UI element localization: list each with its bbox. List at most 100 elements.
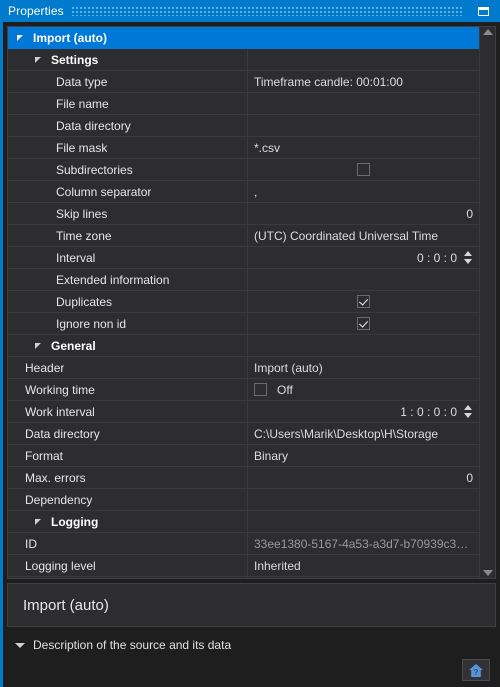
- property-row[interactable]: Ignore non id: [8, 313, 479, 335]
- property-grid: Import (auto) Settings Data type Timeframe …: [7, 26, 496, 579]
- property-value-cell[interactable]: [248, 159, 479, 180]
- expander-group-icon[interactable]: [34, 340, 46, 352]
- grid-vertical-scrollbar[interactable]: [479, 27, 495, 578]
- property-row[interactable]: Logging level Inherited: [8, 555, 479, 577]
- property-value-cell[interactable]: 33ee1380-5167-4a53-a3d7-b70939c30106: [248, 533, 479, 554]
- property-row[interactable]: Data type Timeframe candle: 00:01:00: [8, 71, 479, 93]
- property-row[interactable]: Max. errors 0: [8, 467, 479, 489]
- caret-down-icon[interactable]: [15, 642, 25, 648]
- property-value: 0: [466, 470, 473, 485]
- description-text: Description of the source and its data: [33, 638, 232, 652]
- property-value-cell[interactable]: [248, 115, 479, 136]
- description-title: Import (auto): [23, 596, 109, 614]
- spinner-up-icon[interactable]: [464, 251, 472, 256]
- grid-empty-space: [8, 577, 479, 578]
- property-value-cell[interactable]: Inherited: [248, 555, 479, 576]
- property-row[interactable]: Work interval 1 : 0 : 0 : 0: [8, 401, 479, 423]
- property-label: Work interval: [25, 404, 95, 419]
- property-label-cell: Column separator: [8, 181, 248, 202]
- property-label-cell: Format: [8, 445, 248, 466]
- expander-root-icon[interactable]: [16, 32, 28, 44]
- checkbox-wrapper: [254, 163, 473, 176]
- grid-empty-value-cell: [248, 577, 479, 578]
- property-value-cell[interactable]: [248, 291, 479, 312]
- description-expander-row[interactable]: Description of the source and its data: [7, 627, 496, 653]
- property-value-cell[interactable]: C:\Users\Marik\Desktop\H\Storage: [248, 423, 479, 444]
- property-row[interactable]: Header Import (auto): [8, 357, 479, 379]
- property-value-cell[interactable]: Binary: [248, 445, 479, 466]
- property-label: Max. errors: [25, 470, 86, 485]
- property-value-cell[interactable]: 0: [248, 467, 479, 488]
- property-row[interactable]: ID 33ee1380-5167-4a53-a3d7-b70939c30106: [8, 533, 479, 555]
- property-row-root[interactable]: Import (auto): [8, 27, 479, 49]
- property-label: Interval: [56, 250, 96, 265]
- spinner-up-icon[interactable]: [464, 405, 472, 410]
- property-row[interactable]: Duplicates: [8, 291, 479, 313]
- property-label: Skip lines: [56, 206, 108, 221]
- property-value: Import (auto): [254, 360, 323, 375]
- property-value-cell[interactable]: *.csv: [248, 137, 479, 158]
- expander-group-icon[interactable]: [34, 54, 46, 66]
- scroll-up-arrow-icon[interactable]: [482, 29, 493, 35]
- property-value-cell[interactable]: 1 : 0 : 0 : 0: [248, 401, 479, 422]
- property-label-cell: Max. errors: [8, 467, 248, 488]
- property-row[interactable]: Data directory: [8, 115, 479, 137]
- property-row[interactable]: File mask *.csv: [8, 137, 479, 159]
- property-label-cell: File name: [8, 93, 248, 114]
- property-group-value-cell: [248, 335, 479, 356]
- property-value-cell[interactable]: ,: [248, 181, 479, 202]
- help-home-button[interactable]: ?: [462, 659, 490, 681]
- checkbox-wrapper: [254, 295, 473, 308]
- checkbox-unchecked[interactable]: [357, 163, 370, 176]
- title-bar-drag-handle[interactable]: [71, 6, 462, 16]
- property-row[interactable]: Column separator,: [8, 181, 479, 203]
- property-value-cell[interactable]: 0: [248, 203, 479, 224]
- checkbox-checked[interactable]: [357, 295, 370, 308]
- property-value-cell[interactable]: [248, 489, 479, 510]
- property-value: 0: [466, 206, 473, 221]
- property-row[interactable]: Working time Off: [8, 379, 479, 401]
- property-value-cell[interactable]: Import (auto): [248, 357, 479, 378]
- property-label: Logging: [51, 514, 99, 529]
- property-value-cell[interactable]: 0 : 0 : 0: [248, 247, 479, 268]
- property-row[interactable]: Extended information: [8, 269, 479, 291]
- property-value: ,: [254, 184, 258, 199]
- spinner-stepper[interactable]: [464, 250, 473, 265]
- property-row[interactable]: Format Binary: [8, 445, 479, 467]
- expander-group-icon[interactable]: [34, 516, 46, 528]
- property-group-row[interactable]: Settings: [8, 49, 479, 71]
- title-bar: Properties: [0, 0, 500, 22]
- properties-window: Properties Import (auto) Settings Data typ…: [0, 0, 500, 687]
- property-row[interactable]: Skip lines 0: [8, 203, 479, 225]
- property-group-row[interactable]: Logging: [8, 511, 479, 533]
- property-row[interactable]: Time zone (UTC) Coordinated Universal Tim…: [8, 225, 479, 247]
- property-label: Data type: [56, 74, 108, 89]
- property-label-cell: General: [8, 335, 248, 356]
- property-value: Binary: [254, 448, 289, 463]
- restore-window-button[interactable]: [470, 1, 496, 21]
- property-value-cell[interactable]: (UTC) Coordinated Universal Time: [248, 225, 479, 246]
- property-label-cell: Logging level: [8, 555, 248, 576]
- property-group-value-cell: [248, 511, 479, 532]
- property-label-cell: Dependency: [8, 489, 248, 510]
- property-value-cell[interactable]: [248, 93, 479, 114]
- spinner-stepper[interactable]: [464, 404, 473, 419]
- property-value-cell[interactable]: [248, 313, 479, 334]
- spinner-down-icon[interactable]: [464, 413, 472, 418]
- property-row[interactable]: Data directory C:\Users\Marik\Desktop\H\S…: [8, 423, 479, 445]
- property-value: 0 : 0 : 0: [416, 250, 457, 265]
- property-row[interactable]: Subdirectories: [8, 159, 479, 181]
- property-value-cell[interactable]: [248, 269, 479, 290]
- property-row[interactable]: File name: [8, 93, 479, 115]
- spinner-down-icon[interactable]: [464, 259, 472, 264]
- checkbox-checked[interactable]: [357, 317, 370, 330]
- checkbox-unchecked[interactable]: [254, 383, 267, 396]
- property-label-cell: Header: [8, 357, 248, 378]
- property-value-cell[interactable]: Off: [248, 379, 479, 400]
- property-row[interactable]: Interval 0 : 0 : 0: [8, 247, 479, 269]
- scroll-down-arrow-icon[interactable]: [482, 570, 493, 576]
- property-group-row[interactable]: General: [8, 335, 479, 357]
- property-row[interactable]: Dependency: [8, 489, 479, 511]
- property-value-cell[interactable]: Timeframe candle: 00:01:00: [248, 71, 479, 92]
- property-label: Ignore non id: [56, 316, 127, 331]
